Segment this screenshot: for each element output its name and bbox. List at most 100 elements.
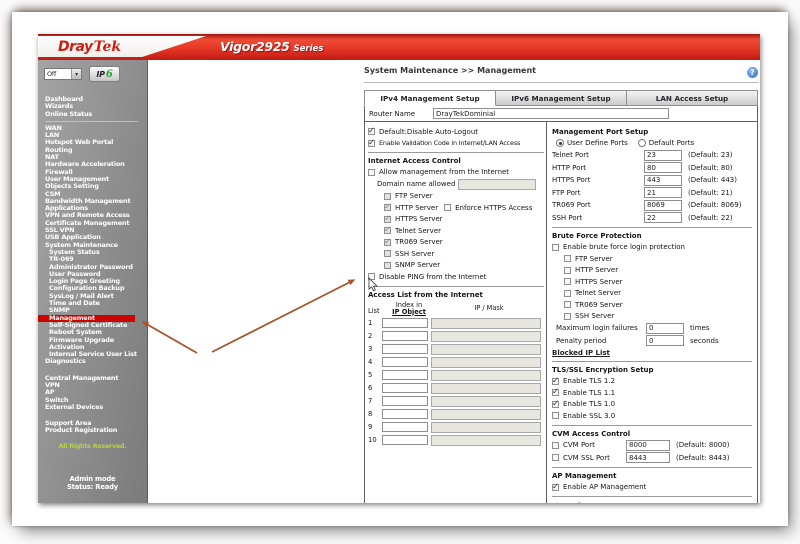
sidebar-item-external-devices[interactable]: External Devices bbox=[38, 404, 147, 411]
brute-https-server-label: HTTPS Server bbox=[575, 277, 623, 287]
ssh-server-checkbox[interactable] bbox=[384, 250, 391, 257]
tr069-server-row: TR069 Server bbox=[384, 237, 544, 247]
rights-text: All Rights Reserved. bbox=[38, 443, 147, 450]
top-banner: DrayTek Vigor2925Series bbox=[38, 34, 760, 60]
cvm-port-checkbox[interactable] bbox=[552, 442, 559, 449]
ip-mask-input[interactable] bbox=[431, 396, 541, 407]
tr069-port-input[interactable] bbox=[644, 200, 682, 211]
index-in-ip-object-input[interactable] bbox=[382, 331, 428, 341]
index-in-ip-object-input[interactable] bbox=[382, 383, 428, 393]
sidebar-item-product-registration[interactable]: Product Registration bbox=[38, 427, 147, 434]
device-management-checkbox[interactable] bbox=[552, 503, 559, 504]
brute-tr069-server-checkbox[interactable] bbox=[564, 301, 571, 308]
tab-lan-access-setup[interactable]: LAN Access Setup bbox=[627, 90, 758, 106]
help-icon[interactable]: ? bbox=[747, 67, 758, 78]
model-title: Vigor2925Series bbox=[220, 39, 323, 54]
ftp-port-input[interactable] bbox=[644, 187, 682, 198]
https-server-checkbox[interactable] bbox=[384, 216, 391, 223]
enable-tls-1-2-checkbox[interactable] bbox=[552, 378, 559, 385]
access-row-number: 8 bbox=[368, 410, 382, 418]
index-in-ip-object-input[interactable] bbox=[382, 357, 428, 367]
index-in-ip-object-input[interactable] bbox=[382, 396, 428, 406]
divider bbox=[552, 467, 752, 468]
ip-mask-input[interactable] bbox=[431, 357, 541, 368]
index-in-ip-object-input[interactable] bbox=[382, 370, 428, 380]
ftp-server-checkbox[interactable] bbox=[384, 193, 391, 200]
user-define-ports-radio[interactable] bbox=[556, 139, 564, 147]
router-name-input[interactable] bbox=[433, 108, 669, 119]
sidebar-item-vpn[interactable]: VPN bbox=[38, 382, 147, 389]
index-in-ip-object-input[interactable] bbox=[382, 409, 428, 419]
brute-ssh-server-checkbox[interactable] bbox=[564, 313, 571, 320]
access-row-number: 6 bbox=[368, 384, 382, 392]
domain-name-label: Domain name allowed bbox=[377, 179, 455, 189]
telnet-server-checkbox[interactable] bbox=[384, 227, 391, 234]
settings-pane: System Maintenance >> Management ? IPv4 … bbox=[364, 66, 758, 503]
ip-mask-input[interactable] bbox=[431, 422, 541, 433]
penalty-period-input[interactable] bbox=[646, 335, 684, 346]
ip-mask-input[interactable] bbox=[431, 383, 541, 394]
ftp-port-label: FTP Port bbox=[552, 188, 644, 198]
cvm-ssl-port-checkbox[interactable] bbox=[552, 454, 559, 461]
index-in-ip-object-input[interactable] bbox=[382, 422, 428, 432]
ip6-button[interactable]: IP6 bbox=[89, 66, 120, 82]
http-server-checkbox[interactable] bbox=[384, 204, 391, 211]
tr069-port-label: TR069 Port bbox=[552, 200, 644, 210]
sidebar-item-diagnostics[interactable]: Diagnostics bbox=[38, 358, 147, 365]
access-list-col-index: Index in IP Object bbox=[384, 302, 434, 316]
cvm-port-input[interactable] bbox=[626, 440, 670, 451]
default-ports-label: Default Ports bbox=[649, 138, 694, 148]
brute-telnet-server-checkbox[interactable] bbox=[564, 290, 571, 297]
auto-logout-checkbox[interactable] bbox=[368, 128, 375, 135]
tab-ipv6-management-setup[interactable]: IPv6 Management Setup bbox=[496, 90, 627, 106]
ssh-port-input[interactable] bbox=[644, 212, 682, 223]
ip-mask-input[interactable] bbox=[431, 344, 541, 355]
domain-name-input[interactable] bbox=[458, 179, 536, 190]
ssh-port-label: SSH Port bbox=[552, 213, 644, 223]
ip6-digit: 6 bbox=[106, 69, 113, 80]
allow-management-checkbox[interactable] bbox=[368, 169, 375, 176]
default-ports-radio[interactable] bbox=[638, 139, 646, 147]
validation-code-checkbox[interactable] bbox=[368, 140, 375, 147]
access-list-row: 8 bbox=[368, 409, 544, 420]
http-port-input[interactable] bbox=[644, 162, 682, 173]
max-login-input[interactable] bbox=[646, 323, 684, 334]
ip-mask-input[interactable] bbox=[431, 370, 541, 381]
logo-text-tek: Tek bbox=[94, 39, 121, 55]
blocked-ip-list-link[interactable]: Blocked IP List bbox=[552, 349, 752, 357]
access-list-row: 2 bbox=[368, 331, 544, 342]
brute-ftp-server-checkbox[interactable] bbox=[564, 255, 571, 262]
index-in-ip-object-input[interactable] bbox=[382, 344, 428, 354]
https-port-input[interactable] bbox=[644, 175, 682, 186]
brute-https-server-checkbox[interactable] bbox=[564, 278, 571, 285]
ap-enable-checkbox[interactable] bbox=[552, 484, 559, 491]
disable-ping-label: Disable PING from the Internet bbox=[379, 272, 486, 282]
brute-enable-checkbox[interactable] bbox=[552, 244, 559, 251]
telnet-port-input[interactable] bbox=[644, 150, 682, 161]
enforce-https-access-checkbox[interactable] bbox=[444, 204, 451, 211]
sidebar-menu: DashboardWizardsOnline StatusWANLANHotsp… bbox=[38, 96, 147, 435]
tr069-server-checkbox[interactable] bbox=[384, 239, 391, 246]
ip-mask-input[interactable] bbox=[431, 409, 541, 420]
enable-tls-1-0-checkbox[interactable] bbox=[552, 401, 559, 408]
status-refresh-select[interactable]: Off ▾ bbox=[44, 68, 82, 80]
ip-mask-input[interactable] bbox=[431, 318, 541, 329]
auto-logout-row: Default:Disable Auto-Logout bbox=[368, 127, 544, 137]
ip-object-link[interactable]: IP Object bbox=[392, 308, 426, 316]
ip-mask-input[interactable] bbox=[431, 331, 541, 342]
tab-ipv4-management-setup[interactable]: IPv4 Management Setup bbox=[364, 90, 496, 106]
index-in-ip-object-input[interactable] bbox=[382, 318, 428, 328]
brute-http-server-checkbox[interactable] bbox=[564, 267, 571, 274]
cvm-port-default: (Default: 8000) bbox=[676, 440, 729, 450]
disable-ping-row: Disable PING from the Internet bbox=[368, 272, 544, 282]
index-in-ip-object-input[interactable] bbox=[382, 435, 428, 445]
enable-tls-1-1-checkbox[interactable] bbox=[552, 389, 559, 396]
access-list-row: 6 bbox=[368, 383, 544, 394]
access-list-header: List Index in IP Object IP / Mask bbox=[368, 302, 544, 316]
cvm-ssl-port-input[interactable] bbox=[626, 452, 670, 463]
ip-mask-input[interactable] bbox=[431, 435, 541, 446]
snmp-server-checkbox[interactable] bbox=[384, 262, 391, 269]
sidebar-item-online-status[interactable]: Online Status bbox=[38, 111, 147, 118]
enable-ssl-3-0-checkbox[interactable] bbox=[552, 412, 559, 419]
enable-ssl-3-0-row: Enable SSL 3.0 bbox=[552, 411, 752, 421]
